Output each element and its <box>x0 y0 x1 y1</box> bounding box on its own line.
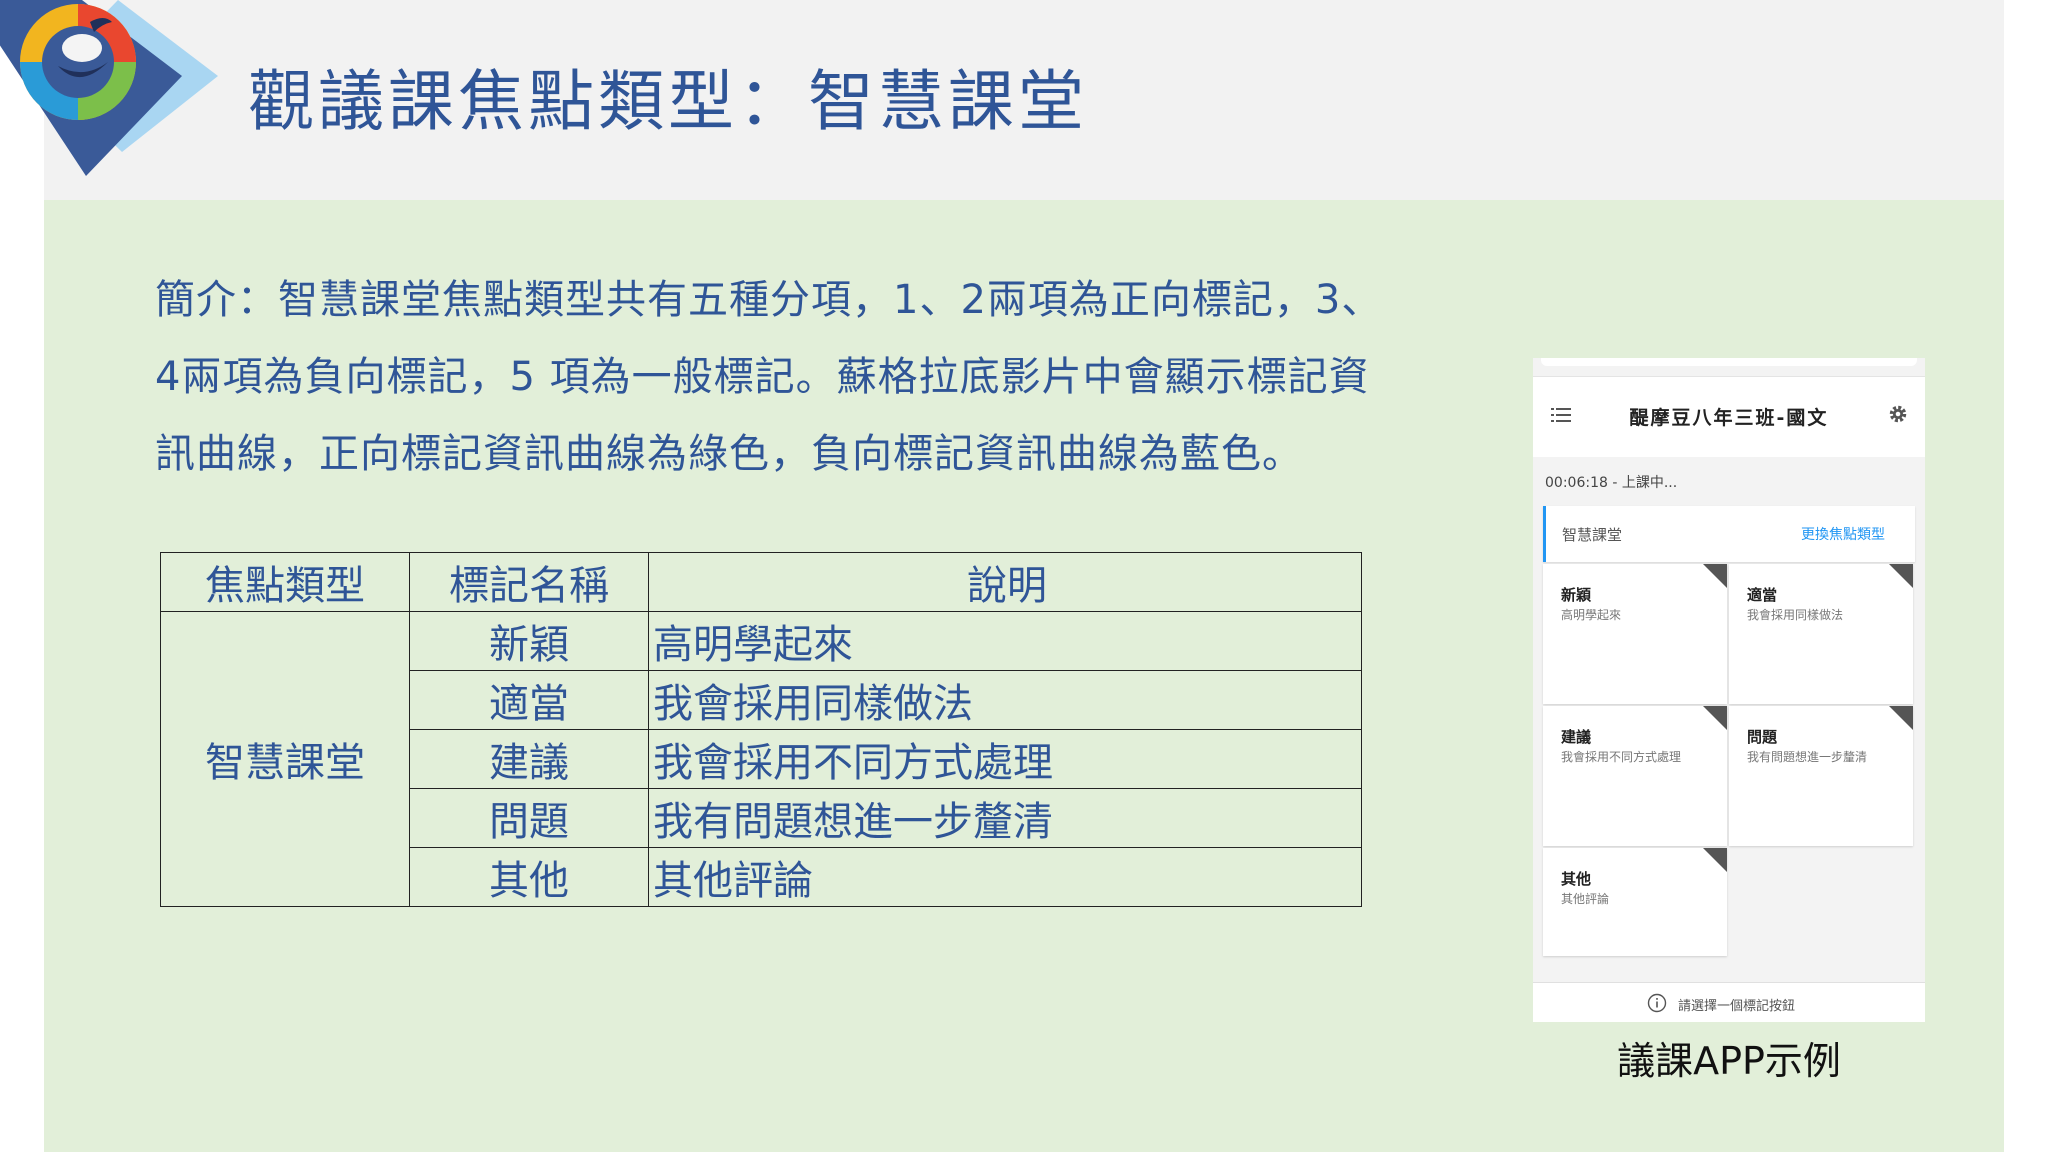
mark-button-novel[interactable]: 新穎 高明學起來 <box>1543 564 1727 704</box>
intro-line: 訊曲線，正向標記資訊曲線為綠色，負向標記資訊曲線為藍色。 <box>155 431 1303 477</box>
header-mark-name: 標記名稱 <box>409 552 649 612</box>
header-focus-type: 焦點類型 <box>160 552 410 612</box>
focus-type-table: 焦點類型 標記名稱 說明 智慧課堂 新穎 高明學起來 適當 我會採用同樣做法 建… <box>160 552 1362 907</box>
mark-description: 我會採用不同方式處理 <box>648 729 1362 789</box>
app-screenshot: 醍摩豆八年三班-國文 00:06:18 - 上課中... 智慧課堂 更換焦點類型… <box>1533 358 1925 1022</box>
card-title: 適當 <box>1747 586 1778 604</box>
group-label: 智慧課堂 <box>160 611 410 907</box>
lesson-timer: 00:06:18 - 上課中... <box>1545 475 1678 491</box>
mark-description: 其他評論 <box>648 847 1362 907</box>
app-class-title: 醍摩豆八年三班-國文 <box>1629 407 1829 429</box>
card-title: 問題 <box>1747 728 1778 746</box>
hint-bar: 請選擇一個標記按鈕 <box>1533 982 1925 1022</box>
app-caption: 議課APP示例 <box>1617 1039 1841 1083</box>
card-description: 高明學起來 <box>1561 608 1622 622</box>
corner-triangle-icon <box>1889 564 1913 588</box>
slide: 觀議課焦點類型：智慧課堂 簡介：智慧課堂焦點類型共有五種分項，1、2兩項為正向標… <box>0 0 2048 1152</box>
card-description: 我會採用同樣做法 <box>1747 608 1844 622</box>
card-title: 新穎 <box>1561 586 1592 604</box>
slide-title: 觀議課焦點類型：智慧課堂 <box>248 63 1088 140</box>
mark-description: 我有問題想進一步釐清 <box>648 788 1362 848</box>
corner-triangle-icon <box>1889 706 1913 730</box>
mark-name: 問題 <box>409 788 649 848</box>
card-description: 我有問題想進一步釐清 <box>1747 750 1868 764</box>
focus-type-bar: 智慧課堂 更換焦點類型 <box>1543 506 1915 562</box>
phone-top-edge <box>1541 358 1917 366</box>
mark-description: 高明學起來 <box>648 611 1362 671</box>
change-focus-type-link[interactable]: 更換焦點類型 <box>1801 524 1885 544</box>
focus-type-label: 智慧課堂 <box>1562 526 1623 544</box>
corner-triangle-icon <box>1703 848 1727 872</box>
mark-button-question[interactable]: 問題 我有問題想進一步釐清 <box>1729 706 1913 846</box>
app-bar: 醍摩豆八年三班-國文 <box>1533 376 1925 457</box>
mark-description: 我會採用同樣做法 <box>648 670 1362 730</box>
card-description: 我會採用不同方式處理 <box>1561 750 1682 764</box>
card-description: 其他評論 <box>1561 892 1610 906</box>
logo-icon <box>0 0 218 176</box>
mark-name: 新穎 <box>409 611 649 671</box>
info-icon <box>1647 993 1667 1013</box>
corner-triangle-icon <box>1703 564 1727 588</box>
mark-name: 適當 <box>409 670 649 730</box>
mark-name: 建議 <box>409 729 649 789</box>
card-title: 建議 <box>1561 728 1592 746</box>
table-header-row: 焦點類型 標記名稱 說明 <box>160 552 1362 612</box>
mark-button-other[interactable]: 其他 其他評論 <box>1543 848 1727 956</box>
hint-text: 請選擇一個標記按鈕 <box>1678 999 1796 1014</box>
intro-line: 簡介：智慧課堂焦點類型共有五種分項，1、2兩項為正向標記，3、 <box>155 277 1383 323</box>
intro-paragraph: 簡介：智慧課堂焦點類型共有五種分項，1、2兩項為正向標記，3、 4兩項為負向標記… <box>155 262 1445 493</box>
table-row: 智慧課堂 新穎 高明學起來 <box>160 611 1362 907</box>
mark-button-suggestion[interactable]: 建議 我會採用不同方式處理 <box>1543 706 1727 846</box>
mark-button-appropriate[interactable]: 適當 我會採用同樣做法 <box>1729 564 1913 704</box>
intro-line: 4兩項為負向標記，5 項為一般標記。蘇格拉底影片中會顯示標記資 <box>155 354 1370 400</box>
mark-name: 其他 <box>409 847 649 907</box>
header-description: 說明 <box>648 552 1362 612</box>
card-title: 其他 <box>1561 870 1592 888</box>
corner-triangle-icon <box>1703 706 1727 730</box>
gear-icon[interactable] <box>1887 403 1909 425</box>
